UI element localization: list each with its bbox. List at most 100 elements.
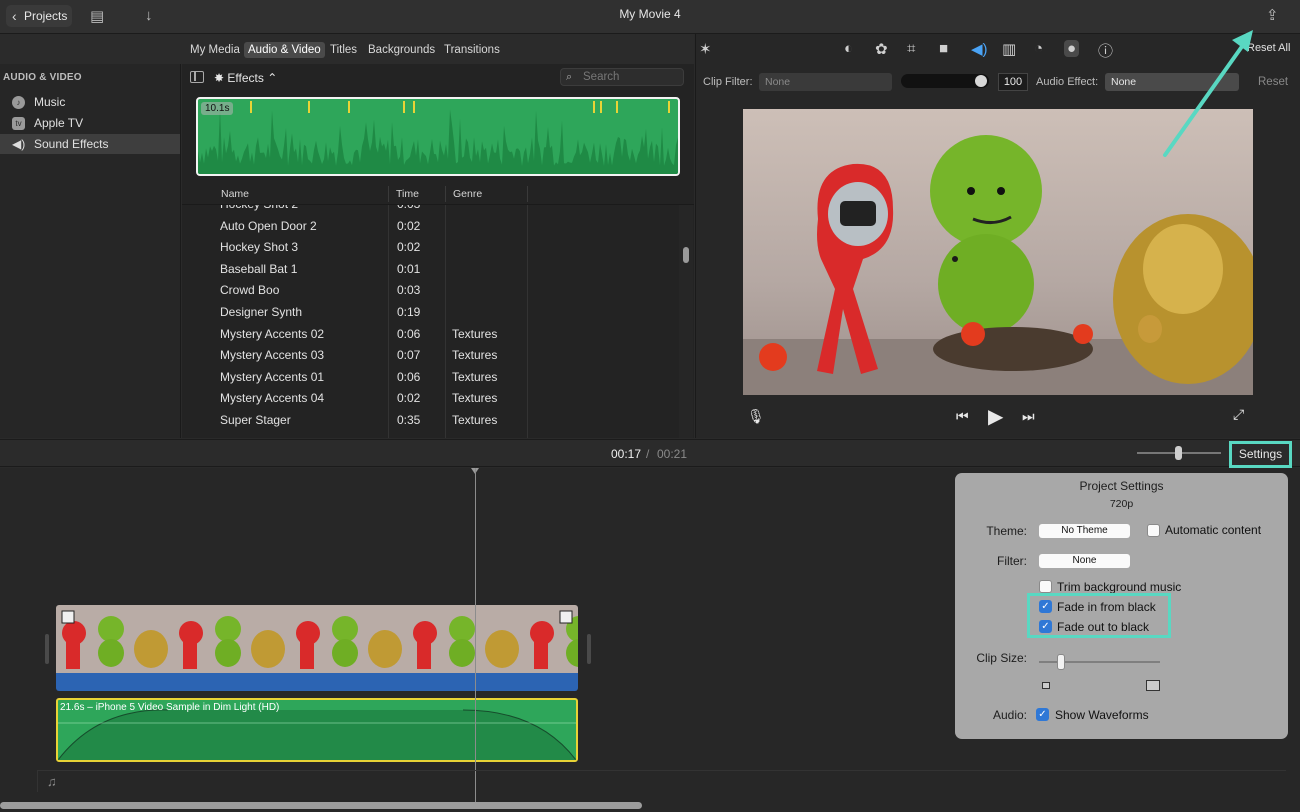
background-music-well[interactable]	[37, 770, 1286, 792]
sound-effect-waveform-preview[interactable]: 10.1s	[196, 97, 680, 176]
list-item-name: Super Stager	[220, 413, 291, 427]
playhead[interactable]	[475, 468, 476, 803]
filter-selector[interactable]: None	[1039, 554, 1130, 568]
effects-dropdown[interactable]: ✸ Effects ⌃	[214, 71, 277, 85]
volume-value-field[interactable]: 100	[998, 73, 1028, 91]
list-item-genre: Textures	[452, 413, 498, 427]
sidebar-toggle-icon[interactable]	[190, 71, 204, 83]
theme-label: Theme:	[986, 524, 1027, 538]
clip-size-label: Clip Size:	[976, 651, 1027, 665]
total-time: 00:21	[657, 447, 688, 461]
clip-size-slider-knob[interactable]	[1057, 654, 1065, 670]
volume-icon[interactable]: ◀)	[971, 40, 988, 58]
color-balance-icon[interactable]: ◐	[844, 40, 853, 57]
clip-filter-icon[interactable]: ●	[1064, 40, 1080, 57]
time-separator: /	[646, 447, 650, 461]
audio-clip[interactable]: 21.6s – iPhone 5 Video Sample in Dim Lig…	[56, 698, 578, 762]
list-scrollbar[interactable]	[679, 205, 693, 438]
list-item[interactable]: Designer Synth 0:19	[182, 301, 678, 323]
volume-slider[interactable]	[901, 74, 989, 88]
zoom-slider-knob[interactable]	[1175, 446, 1182, 460]
list-item-time: 0:06	[397, 369, 421, 384]
list-item[interactable]: Super Stager 0:35 Textures	[182, 409, 678, 431]
filmstrip-thumbnails	[56, 605, 578, 673]
microphone-icon[interactable]: 🎙	[747, 408, 765, 425]
tab-transitions[interactable]: Transitions	[440, 42, 504, 58]
theme-selector[interactable]: No Theme	[1039, 524, 1130, 538]
info-icon[interactable]: ⓘ	[1098, 40, 1113, 61]
noise-reduction-icon[interactable]: ▥	[1002, 40, 1016, 58]
color-correction-icon[interactable]: ✿	[875, 40, 888, 58]
updown-chevron-icon: ⌃	[263, 71, 278, 85]
timeline-zoom-slider[interactable]	[1137, 446, 1221, 460]
fade-out-checkbox[interactable]: ✓	[1039, 620, 1052, 633]
play-icon[interactable]: ▶	[988, 404, 1003, 429]
clip-trim-handle-right[interactable]	[587, 634, 591, 664]
sidebar-item-sound-effects[interactable]: ◀) Sound Effects	[0, 134, 180, 154]
list-item-name: Auto Open Door 2	[220, 218, 317, 233]
trim-background-music-checkbox[interactable]	[1039, 580, 1052, 593]
title-bar: ‹ Projects ▤ ↓ My Movie 4 ⇪	[0, 0, 1300, 34]
clip-filter-field[interactable]: None	[759, 73, 892, 91]
tab-titles[interactable]: Titles	[326, 42, 361, 58]
fade-in-checkbox[interactable]: ✓	[1039, 600, 1052, 613]
scrollbar-thumb[interactable]	[683, 247, 689, 263]
volume-slider-knob[interactable]	[975, 75, 987, 87]
video-clip[interactable]	[56, 605, 578, 691]
list-item[interactable]: Mystery Accents 03 0:07 Textures	[182, 344, 678, 366]
crop-icon[interactable]: ⌗	[907, 40, 915, 57]
list-item-name: Mystery Accents 01	[220, 369, 325, 384]
sound-effects-list: Hockey Shot 20:03 Auto Open Door 2 0:02 Hoc…	[182, 205, 678, 438]
list-item-name: Designer Synth	[220, 305, 303, 319]
timeline-scrollbar[interactable]	[0, 802, 642, 809]
list-item-name: Mystery Accents 04	[220, 391, 325, 406]
list-item[interactable]: Crowd Boo 0:03	[182, 279, 678, 301]
list-item[interactable]: Hockey Shot 3 0:02	[182, 236, 678, 258]
list-header: Name Time Genre	[182, 183, 694, 205]
waveform-graphic	[198, 101, 678, 174]
fade-in-label: Fade in from black	[1057, 600, 1156, 614]
show-waveforms-checkbox[interactable]: ✓	[1036, 708, 1049, 721]
magic-wand-icon[interactable]: ✶	[699, 40, 712, 58]
tab-my-media[interactable]: My Media	[186, 42, 244, 58]
search-icon: ⌕	[566, 71, 573, 83]
column-header-time[interactable]: Time	[396, 188, 419, 200]
list-item-time: 0:03	[397, 205, 420, 211]
popover-title: Project Settings	[1079, 479, 1164, 493]
list-item-name: Crowd Boo	[220, 283, 280, 298]
sidebar-item-apple-tv[interactable]: tv Apple TV	[0, 113, 180, 133]
column-header-genre[interactable]: Genre	[453, 188, 482, 200]
fullscreen-icon[interactable]: ⤢	[1233, 406, 1244, 423]
list-item[interactable]: Mystery Accents 01 0:06 Textures	[182, 366, 678, 388]
tab-backgrounds[interactable]: Backgrounds	[364, 42, 439, 58]
list-item[interactable]: Mystery Accents 02 0:06 Textures	[182, 323, 678, 345]
waveform-duration-badge: 10.1s	[201, 102, 234, 115]
project-settings-popover: Project Settings 720p Theme: No Theme Au…	[955, 473, 1288, 739]
settings-button[interactable]: Settings	[1229, 441, 1292, 468]
list-item-time: 0:01	[397, 261, 421, 276]
automatic-content-checkbox[interactable]	[1147, 524, 1160, 537]
tab-audio-video[interactable]: Audio & Video	[244, 42, 325, 58]
speed-icon[interactable]: ◔	[1034, 40, 1043, 57]
search-input[interactable]: ⌕ Search	[560, 68, 684, 86]
library-sidebar: AUDIO & VIDEO ♪ Music tv Apple TV ◀) Sou…	[0, 64, 181, 438]
clip-trim-handle-left[interactable]	[45, 634, 49, 664]
list-item[interactable]: Mystery Accents 04 0:02 Textures	[182, 387, 678, 409]
annotation-arrow	[1163, 30, 1253, 157]
skip-forward-icon[interactable]: ⏭	[1022, 408, 1035, 425]
list-item[interactable]: Hockey Shot 2 0:03	[182, 205, 678, 215]
project-resolution: 720p	[1109, 498, 1134, 510]
stabilization-icon[interactable]: ■	[939, 40, 948, 57]
list-item[interactable]: Auto Open Door 2 0:02	[182, 215, 678, 237]
skip-back-icon[interactable]: ⏮	[956, 408, 969, 425]
list-item-time: 0:19	[397, 305, 421, 319]
sidebar-heading: AUDIO & VIDEO	[3, 72, 82, 83]
sidebar-item-music[interactable]: ♪ Music	[0, 92, 180, 112]
list-item-genre: Textures	[452, 391, 498, 406]
audio-label: Audio:	[992, 708, 1027, 722]
column-header-name[interactable]: Name	[221, 188, 249, 200]
list-item-name: Hockey Shot 3	[220, 240, 299, 255]
list-item-time: 0:02	[397, 218, 421, 233]
list-item[interactable]: Baseball Bat 1 0:01	[182, 258, 678, 280]
speaker-icon: ◀)	[12, 137, 26, 151]
